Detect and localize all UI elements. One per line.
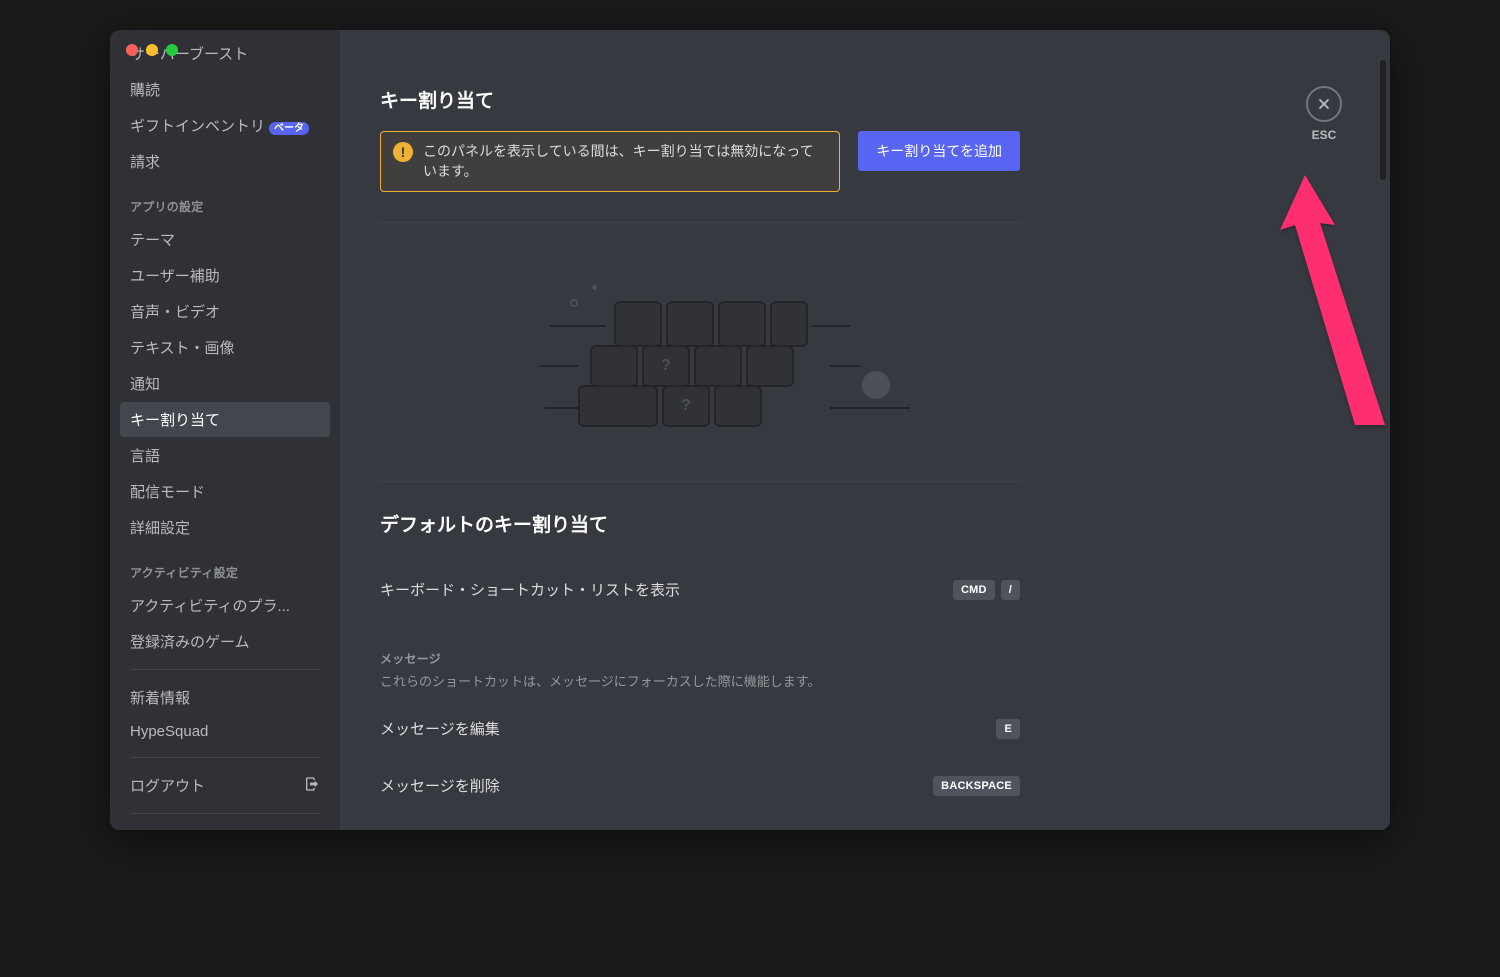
social-links (120, 824, 330, 830)
sidebar-item-label: 通知 (130, 373, 160, 394)
sidebar-item-label: HypeSquad (130, 723, 208, 740)
keycap: / (1001, 580, 1020, 600)
keycap-group: E (996, 719, 1020, 739)
annotation-arrow (1245, 165, 1390, 445)
beta-badge: ベータ (269, 122, 309, 135)
sidebar-item-keybinds[interactable]: キー割り当て (120, 402, 330, 437)
sidebar-item-label: ギフトインベントリベータ (130, 115, 309, 136)
window-minimize-button[interactable] (146, 44, 158, 56)
sidebar-section-header: アクティビティ設定 (120, 546, 330, 587)
category-description: これらのショートカットは、メッセージにフォーカスした際に機能します。 (380, 671, 1020, 690)
sidebar-section-header: アプリの設定 (120, 180, 330, 221)
sidebar-item-label: ユーザー補助 (130, 265, 220, 286)
sidebar-item-hypesquad[interactable]: HypeSquad (120, 716, 330, 747)
sidebar-item-accessibility[interactable]: ユーザー補助 (120, 258, 330, 293)
sidebar-item-label: 言語 (130, 445, 160, 466)
sidebar-item-label: 請求 (130, 151, 160, 172)
traffic-lights (126, 44, 178, 56)
keycap-group: CMD / (953, 580, 1020, 600)
sidebar-item-label: テキスト・画像 (130, 337, 235, 358)
keybind-category: メッセージこれらのショートカットは、メッセージにフォーカスした際に機能します。メ… (380, 650, 1020, 814)
sidebar-divider (130, 669, 320, 670)
close-label: ESC (1312, 128, 1337, 142)
page-title: キー割り当て (380, 86, 1020, 113)
sidebar-item-label: ログアウト (130, 775, 205, 796)
sidebar-item-label: 新着情報 (130, 687, 190, 708)
sidebar-item-voice-video[interactable]: 音声・ビデオ (120, 294, 330, 329)
sidebar-item-appearance[interactable]: テーマ (120, 222, 330, 257)
sidebar-item-changelog[interactable]: 新着情報 (120, 680, 330, 715)
keybind-row: メッセージを削除 BACKSPACE (380, 757, 1020, 814)
sidebar-item-text-images[interactable]: テキスト・画像 (120, 330, 330, 365)
sidebar-item-activity-privacy[interactable]: アクティビティのプラ... (120, 588, 330, 623)
sidebar-item-label: 登録済みのゲーム (130, 631, 250, 652)
warning-icon: ! (393, 142, 413, 162)
window-maximize-button[interactable] (166, 44, 178, 56)
window-close-button[interactable] (126, 44, 138, 56)
sidebar-item-subscriptions[interactable]: 購読 (120, 72, 330, 107)
scrollbar[interactable] (1380, 60, 1386, 826)
sidebar-item-label: 音声・ビデオ (130, 301, 220, 322)
sidebar-item-label: 購読 (130, 79, 160, 100)
keycap-group: BACKSPACE (933, 776, 1020, 796)
settings-sidebar: サーバーブースト購読ギフトインベントリベータ請求アプリの設定テーマユーザー補助音… (110, 30, 340, 830)
sidebar-item-gift-inventory[interactable]: ギフトインベントリベータ (120, 108, 330, 143)
keybind-label: キーボード・ショートカット・リストを表示 (380, 579, 680, 600)
empty-state-illustration: ? ? (380, 251, 1020, 481)
keybind-label: メッセージを編集 (380, 718, 500, 739)
warning-banner: ! このパネルを表示している間は、キー割り当ては無効になっています。 (380, 131, 840, 192)
warning-text: このパネルを表示している間は、キー割り当ては無効になっています。 (423, 142, 827, 181)
keybind-label: メッセージを削除 (380, 775, 500, 796)
close-icon (1306, 86, 1342, 122)
add-keybind-button[interactable]: キー割り当てを追加 (858, 131, 1020, 171)
keycap: CMD (953, 580, 995, 600)
sidebar-divider (130, 757, 320, 758)
sidebar-divider (130, 813, 320, 814)
sidebar-item-streamer-mode[interactable]: 配信モード (120, 474, 330, 509)
sidebar-item-notifications[interactable]: 通知 (120, 366, 330, 401)
divider (380, 481, 1020, 482)
app-window: サーバーブースト購読ギフトインベントリベータ請求アプリの設定テーマユーザー補助音… (110, 30, 1390, 830)
sidebar-item-billing[interactable]: 請求 (120, 144, 330, 179)
divider (380, 222, 1020, 223)
sidebar-item-advanced[interactable]: 詳細設定 (120, 510, 330, 545)
sidebar-item-label: 詳細設定 (130, 517, 190, 538)
keybind-row: キーボード・ショートカット・リストを表示 CMD / (380, 561, 1020, 618)
sidebar-item-label: アクティビティのプラ... (130, 595, 290, 616)
sidebar-item-logout[interactable]: ログアウト (120, 768, 330, 803)
category-header: メッセージ (380, 650, 1020, 667)
sidebar-item-language[interactable]: 言語 (120, 438, 330, 473)
logout-icon (304, 776, 320, 795)
sidebar-item-registered-games[interactable]: 登録済みのゲーム (120, 624, 330, 659)
sidebar-item-label: テーマ (130, 229, 175, 250)
settings-main: キー割り当て ! このパネルを表示している間は、キー割り当ては無効になっています… (340, 30, 1390, 830)
close-settings-button[interactable]: ESC (1306, 86, 1342, 142)
sidebar-item-label: 配信モード (130, 481, 205, 502)
keycap: BACKSPACE (933, 776, 1020, 796)
keycap: E (996, 719, 1020, 739)
defaults-title: デフォルトのキー割り当て (380, 510, 1020, 537)
sidebar-item-label: キー割り当て (130, 409, 220, 430)
keybind-row: メッセージを編集 E (380, 700, 1020, 757)
